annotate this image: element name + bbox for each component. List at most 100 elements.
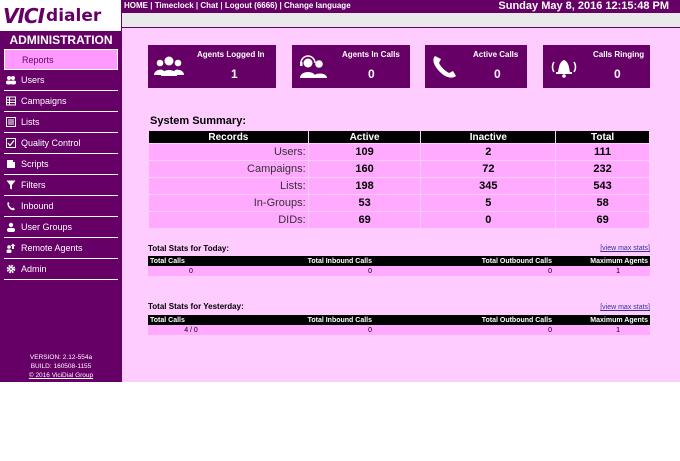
card-value: 0 [614,67,621,81]
column-header: Total Outbound Calls [374,315,554,325]
card-value: 0 [368,67,375,81]
table-header-row: Total Calls Total Inbound Calls Total Ou… [148,256,650,266]
system-summary-title: System Summary: [150,115,246,127]
column-header: Total Outbound Calls [374,256,554,266]
stats-yesterday-table: Total Calls Total Inbound Calls Total Ou… [148,315,650,335]
users-icon [5,75,17,85]
row-label[interactable]: Campaigns: [148,160,309,178]
filter-icon [5,180,17,190]
sidebar-item-lists[interactable]: Lists [4,112,118,133]
card-title: Active Calls [473,50,519,59]
sidebar-item-campaigns[interactable]: Campaigns [4,91,118,112]
agents-logged-in-card[interactable]: Agents Logged In 1 [148,45,276,88]
view-max-stats-yesterday-link[interactable]: [view max stats] [600,304,650,311]
active-count: 198 [307,177,422,195]
chat-link[interactable]: Chat [200,1,218,10]
active-count: 109 [307,143,422,161]
sidebar-item-label: Quality Control [21,138,81,148]
sidebar-item-scripts[interactable]: Scripts [4,154,118,175]
sidebar-item-users[interactable]: Users [4,70,118,91]
active-calls-card[interactable]: Active Calls 0 [425,45,527,88]
total-inbound-value: 0 [234,266,374,276]
sidebar-item-user-groups[interactable]: User Groups [4,217,118,238]
column-header: Total Calls [148,256,234,266]
total-outbound-value: 0 [374,266,554,276]
build-text: BUILD: 160508-1155 [30,363,92,370]
table-header-row: Records Active Inactive Total [148,130,650,144]
change-language-link[interactable]: Change language [284,1,351,10]
sidebar-item-reports[interactable]: Reports [4,49,118,70]
stats-yesterday-title: Total Stats for Yesterday: [148,302,244,311]
sidebar-item-quality-control[interactable]: Quality Control [4,133,118,154]
column-header: Maximum Agents [554,315,650,325]
table-row: DIDs: 69 0 69 [148,211,650,229]
stats-today-table: Total Calls Total Inbound Calls Total Ou… [148,256,650,276]
sidebar-item-label: Remote Agents [21,243,83,253]
column-header: Active [307,130,422,144]
gear-icon [5,264,17,274]
maximum-agents-value: 1 [554,325,650,335]
headset-agents-icon [300,55,327,78]
sidebar-item-label: Users [21,75,45,85]
total-inbound-value: 0 [234,325,374,335]
separator: | [277,1,284,10]
sidebar-item-filters[interactable]: Filters [4,175,118,196]
campaigns-icon [5,96,17,106]
copyright-link[interactable]: © 2016 ViciDial Group [0,371,122,380]
sidebar-item-inbound[interactable]: Inbound [4,196,118,217]
user-groups-icon [5,222,17,232]
phone-icon [433,56,456,78]
column-header: Records [148,130,309,144]
total-calls-value: 0 [148,266,234,276]
row-label[interactable]: DIDs: [148,211,309,229]
total-count: 69 [555,211,650,229]
sidebar-item-label: User Groups [21,222,73,232]
view-max-stats-today-link[interactable]: [view max stats] [600,245,650,252]
sidebar-item-label: Admin [21,264,47,274]
row-label[interactable]: In-Groups: [148,194,309,212]
table-row: Campaigns: 160 72 232 [148,160,650,178]
column-header: Total [555,130,650,144]
logout-link[interactable]: Logout (6666) [225,1,277,10]
administration-title: ADMINISTRATION [9,33,113,47]
active-count: 69 [307,211,422,229]
total-count: 58 [555,194,650,212]
column-header: Maximum Agents [554,256,650,266]
total-calls-value: 4 / 0 [148,325,234,335]
table-header-row: Total Calls Total Inbound Calls Total Ou… [148,315,650,325]
sidebar: ADMINISTRATION Reports Users Campaigns L… [0,31,122,382]
separator: | [148,1,155,10]
agents-in-calls-card[interactable]: Agents In Calls 0 [292,45,410,88]
total-count: 543 [555,177,650,195]
card-value: 0 [494,67,501,81]
table-row: Users: 109 2 111 [148,143,650,161]
version-text: VERSION: 2.12-554a [29,354,93,361]
sidebar-nav: Reports Users Campaigns Lists Quality Co… [4,49,118,280]
table-row: 0 0 0 1 [148,266,650,276]
inbound-icon [5,201,17,211]
sidebar-item-label: Filters [21,180,46,190]
column-header: Total Inbound Calls [234,315,374,325]
timeclock-link[interactable]: Timeclock [155,1,194,10]
bell-icon [551,60,577,78]
inactive-count: 72 [420,160,557,178]
home-link[interactable]: HOME [124,1,148,10]
logo-dialer-text: dialer [46,5,102,26]
sidebar-item-admin[interactable]: Admin [4,259,118,280]
sidebar-item-label: Lists [21,117,40,127]
column-header: Total Calls [148,315,234,325]
column-header: Total Inbound Calls [234,256,374,266]
remote-agents-icon [5,243,17,253]
main-content: Agents Logged In 1 Agents In Calls 0 Act… [122,28,680,382]
card-title: Calls Ringing [593,50,645,59]
sidebar-item-label: Inbound [21,201,54,211]
row-label[interactable]: Users: [148,143,309,161]
calls-ringing-card[interactable]: Calls Ringing 0 [543,45,650,88]
agents-icon [154,56,184,76]
total-outbound-value: 0 [374,325,554,335]
vicidialer-logo[interactable]: VICI dialer [0,0,122,31]
inactive-count: 0 [420,211,557,229]
row-label[interactable]: Lists: [148,177,309,195]
stats-today-title: Total Stats for Today: [148,244,230,253]
sidebar-item-remote-agents[interactable]: Remote Agents [4,238,118,259]
